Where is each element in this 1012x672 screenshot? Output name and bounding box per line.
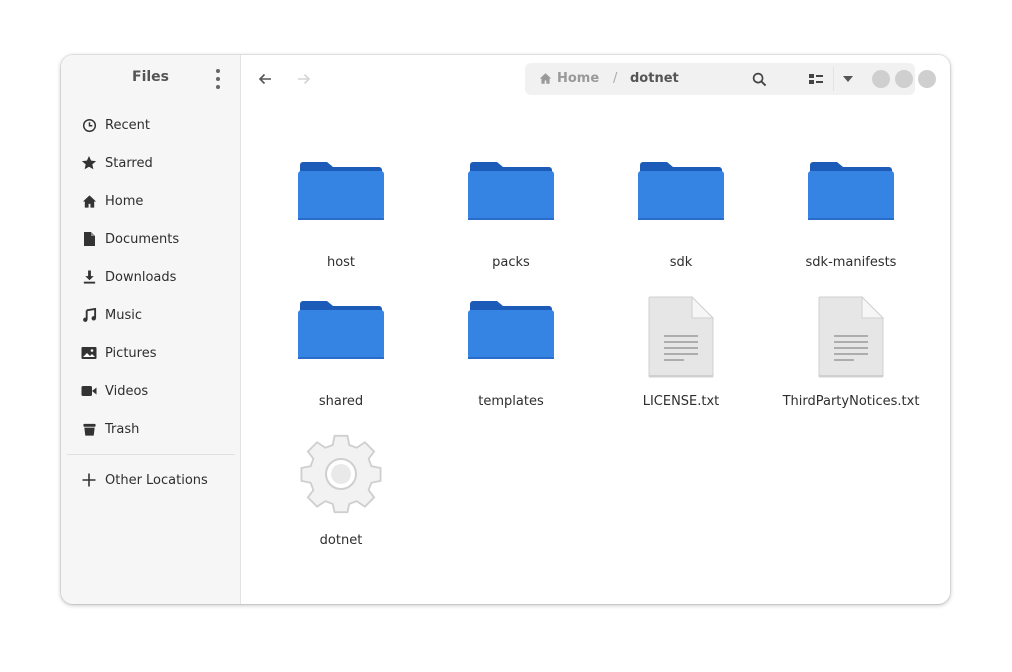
- text-file-icon: [596, 296, 766, 378]
- minimize-button[interactable]: [872, 70, 890, 88]
- folder-icon: [256, 298, 426, 378]
- folder-icon: [766, 159, 936, 239]
- music-icon: [81, 307, 97, 323]
- file-item-thirdpartynotices[interactable]: ThirdPartyNotices.txt: [766, 265, 936, 409]
- file-manager-window: Files Recent Starred Home Documents Down…: [61, 55, 950, 604]
- file-name: LICENSE.txt: [642, 394, 720, 409]
- sidebar-item-downloads[interactable]: Downloads: [61, 258, 240, 296]
- sidebar-item-label: Trash: [105, 421, 140, 437]
- sidebar-item-other-locations[interactable]: Other Locations: [61, 461, 240, 499]
- list-view-icon: [809, 73, 823, 85]
- breadcrumb-separator: /: [613, 71, 618, 86]
- file-grid: host packs sdk sdk-manifests shared temp…: [241, 103, 950, 604]
- folder-icon: [426, 159, 596, 239]
- clock-icon: [81, 117, 97, 133]
- search-button[interactable]: [749, 69, 769, 89]
- sidebar-item-recent[interactable]: Recent: [61, 106, 240, 144]
- file-item-sdk-manifests[interactable]: sdk-manifests: [766, 126, 936, 270]
- sidebar: Files Recent Starred Home Documents Down…: [61, 55, 241, 604]
- sidebar-item-label: Music: [105, 307, 142, 323]
- sidebar-item-trash[interactable]: Trash: [61, 410, 240, 448]
- file-name: dotnet: [319, 533, 363, 548]
- sidebar-item-pictures[interactable]: Pictures: [61, 334, 240, 372]
- file-item-host[interactable]: host: [256, 126, 426, 270]
- home-icon: [539, 72, 552, 85]
- gear-icon: [256, 431, 426, 514]
- sidebar-item-music[interactable]: Music: [61, 296, 240, 334]
- forward-button[interactable]: [294, 69, 314, 89]
- back-button[interactable]: [255, 69, 275, 89]
- text-file-icon: [766, 296, 936, 378]
- sidebar-item-label: Videos: [105, 383, 149, 399]
- view-button-divider: [833, 67, 834, 91]
- file-item-packs[interactable]: packs: [426, 126, 596, 270]
- sidebar-item-videos[interactable]: Videos: [61, 372, 240, 410]
- home-icon: [81, 193, 97, 209]
- places-list: Recent Starred Home Documents Downloads …: [61, 106, 240, 448]
- sidebar-item-home[interactable]: Home: [61, 182, 240, 220]
- picture-icon: [81, 345, 97, 361]
- file-item-shared[interactable]: shared: [256, 265, 426, 409]
- sidebar-divider: [67, 454, 235, 455]
- file-name: ThirdPartyNotices.txt: [782, 394, 920, 409]
- document-icon: [81, 231, 97, 247]
- maximize-button[interactable]: [895, 70, 913, 88]
- folder-icon: [596, 159, 766, 239]
- app-menu-button[interactable]: [212, 69, 224, 89]
- close-button[interactable]: [918, 70, 936, 88]
- sidebar-item-label: Starred: [105, 155, 153, 171]
- trash-icon: [81, 421, 97, 437]
- file-name: templates: [478, 394, 544, 409]
- folder-icon: [426, 298, 596, 378]
- sidebar-item-label: Other Locations: [105, 472, 208, 488]
- sidebar-item-label: Documents: [105, 231, 180, 247]
- video-icon: [81, 383, 97, 399]
- download-icon: [81, 269, 97, 285]
- file-item-dotnet[interactable]: dotnet: [256, 404, 426, 548]
- view-options-dropdown[interactable]: [838, 69, 858, 89]
- folder-icon: [256, 159, 426, 239]
- sidebar-item-label: Pictures: [105, 345, 157, 361]
- breadcrumb-home-label: Home: [557, 71, 600, 86]
- chevron-down-icon: [843, 76, 853, 82]
- file-item-templates[interactable]: templates: [426, 265, 596, 409]
- sidebar-item-label: Home: [105, 193, 144, 209]
- sidebar-item-documents[interactable]: Documents: [61, 220, 240, 258]
- search-icon: [752, 72, 767, 87]
- file-item-sdk[interactable]: sdk: [596, 126, 766, 270]
- breadcrumb-home[interactable]: Home: [539, 71, 599, 86]
- sidebar-item-starred[interactable]: Starred: [61, 144, 240, 182]
- file-item-license[interactable]: LICENSE.txt: [596, 265, 766, 409]
- sidebar-item-label: Recent: [105, 117, 150, 133]
- star-icon: [81, 155, 97, 171]
- sidebar-item-label: Downloads: [105, 269, 177, 285]
- plus-icon: [81, 472, 97, 488]
- arrow-left-icon: [258, 72, 272, 86]
- breadcrumb-current[interactable]: dotnet: [630, 71, 679, 86]
- arrow-right-icon: [297, 72, 311, 86]
- header-bar: Home / dotnet: [241, 55, 950, 103]
